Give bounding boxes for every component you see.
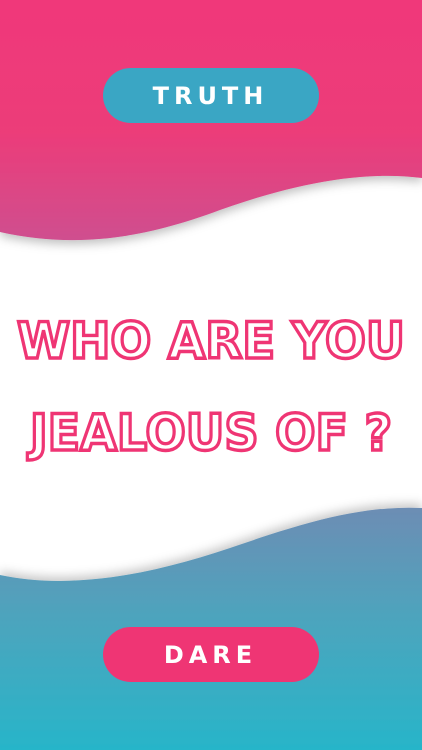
question-line-1: WHO ARE YOU (17, 312, 405, 370)
question-card: WHO ARE YOU JEALOUS OF ? (0, 300, 422, 470)
truth-or-dare-screen: TRUTH WHO ARE YOU JEALOUS OF ? DARE (0, 0, 422, 750)
dare-button[interactable]: DARE (103, 627, 319, 682)
question-line-2: JEALOUS OF ? (27, 404, 392, 462)
truth-button[interactable]: TRUTH (103, 68, 319, 123)
question-text: WHO ARE YOU JEALOUS OF ? (15, 310, 406, 463)
